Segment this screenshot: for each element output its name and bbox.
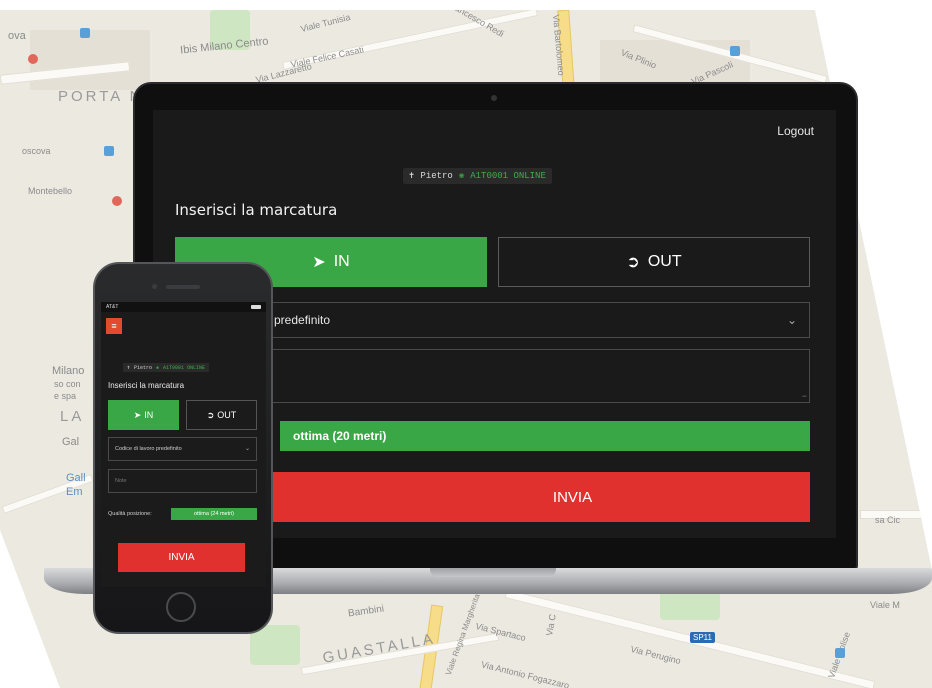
position-quality-bar: ottima (20 metri): [280, 421, 810, 451]
map-park: [660, 590, 720, 620]
map-label: Montebello: [28, 186, 73, 196]
note-placeholder: Note: [115, 478, 127, 484]
clock-in-label: IN: [144, 410, 154, 420]
page-title: Inserisci la marcatura: [108, 381, 185, 390]
phone-home-button[interactable]: [166, 592, 196, 622]
leaf-icon: ❀: [156, 364, 160, 371]
map-poi-icon: [835, 648, 845, 658]
map-label: Em: [66, 486, 83, 498]
map-label: Bambini: [347, 603, 385, 620]
map-label: sa Cic: [875, 515, 901, 525]
phone-status-bar: AT&T: [101, 302, 266, 312]
map-label: Viale Regina Margherita: [443, 592, 482, 677]
map-label: Via C: [544, 613, 558, 637]
device-status-badge: ✝ Pietro ❀ A1T0001 ONLINE: [123, 363, 210, 372]
send-button[interactable]: INVIA: [118, 543, 245, 572]
phone-screen: AT&T ≡ ✝ Pietro ❀ A1T0001 ONLINE Inseris…: [101, 302, 266, 587]
map-poi-icon: [80, 28, 90, 38]
phone-camera: [152, 284, 157, 289]
position-quality-label: Qualità posizione:: [108, 511, 152, 517]
map-label: Viale M: [870, 600, 900, 610]
job-code-value: o predefinito: [264, 313, 331, 327]
metro-badge: SP11: [690, 632, 715, 643]
clock-out-label: OUT: [217, 410, 237, 420]
chevron-down-icon: ⌄: [244, 446, 250, 452]
laptop-notch: [430, 568, 556, 577]
logout-link[interactable]: Logout: [777, 124, 814, 138]
clock-out-label: OUT: [647, 253, 682, 270]
sign-in-icon: ➤: [312, 254, 326, 271]
device-status: A1T0001 ONLINE: [163, 364, 206, 371]
map-label: ova: [8, 30, 26, 42]
user-icon: ✝: [409, 171, 415, 181]
map-label: e spa: [54, 391, 77, 401]
clock-in-button[interactable]: ➤ IN: [108, 400, 179, 430]
map-label: Viale Tunisia: [299, 11, 352, 35]
sign-out-icon: ➲: [206, 409, 215, 420]
map-label: LA: [60, 408, 85, 425]
map-label: oscova: [22, 146, 51, 156]
map-label: Gall: [66, 472, 86, 484]
page-title: Inserisci la marcatura: [175, 201, 338, 219]
map-label: Via Perugino: [629, 643, 682, 667]
user-name: Pietro: [134, 364, 153, 371]
leaf-icon: ❀: [458, 171, 465, 181]
clock-out-button[interactable]: ➲ OUT: [186, 400, 257, 430]
resize-grip-icon[interactable]: −: [802, 391, 807, 401]
clock-out-button[interactable]: ➲ OUT: [498, 237, 810, 287]
device-status: A1T0001 ONLINE: [470, 171, 546, 181]
map-label: Gal: [62, 436, 80, 448]
job-code-value: Codice di lavoro predefinito: [115, 446, 182, 452]
user-icon: ✝: [127, 364, 131, 371]
map-poi-icon: [104, 146, 114, 156]
map-poi-icon: [28, 54, 38, 64]
map-label: Milano: [52, 365, 85, 377]
sign-in-icon: ➤: [133, 409, 142, 420]
phone-speaker: [166, 285, 200, 289]
carrier: AT&T: [106, 304, 119, 310]
battery-icon: [251, 305, 261, 309]
note-field[interactable]: Note: [108, 469, 257, 493]
user-name: Pietro: [420, 171, 453, 181]
clock-in-label: IN: [333, 253, 350, 270]
map-label: Via Antonio Fogazzaro: [480, 659, 571, 688]
map-block: [30, 30, 150, 90]
map-poi-icon: [730, 46, 740, 56]
map-poi-icon: [112, 196, 122, 206]
device-status-badge: ✝ Pietro ❀ A1T0001 ONLINE: [403, 168, 552, 184]
map-label: so con: [54, 379, 81, 389]
sign-out-icon: ➲: [626, 254, 640, 271]
position-quality-bar: ottima (24 metri): [171, 508, 257, 520]
job-code-select[interactable]: Codice di lavoro predefinito ⌄: [108, 437, 257, 461]
laptop-camera: [491, 95, 497, 101]
chevron-down-icon: ⌄: [786, 313, 797, 327]
hamburger-menu-icon[interactable]: ≡: [106, 318, 122, 334]
